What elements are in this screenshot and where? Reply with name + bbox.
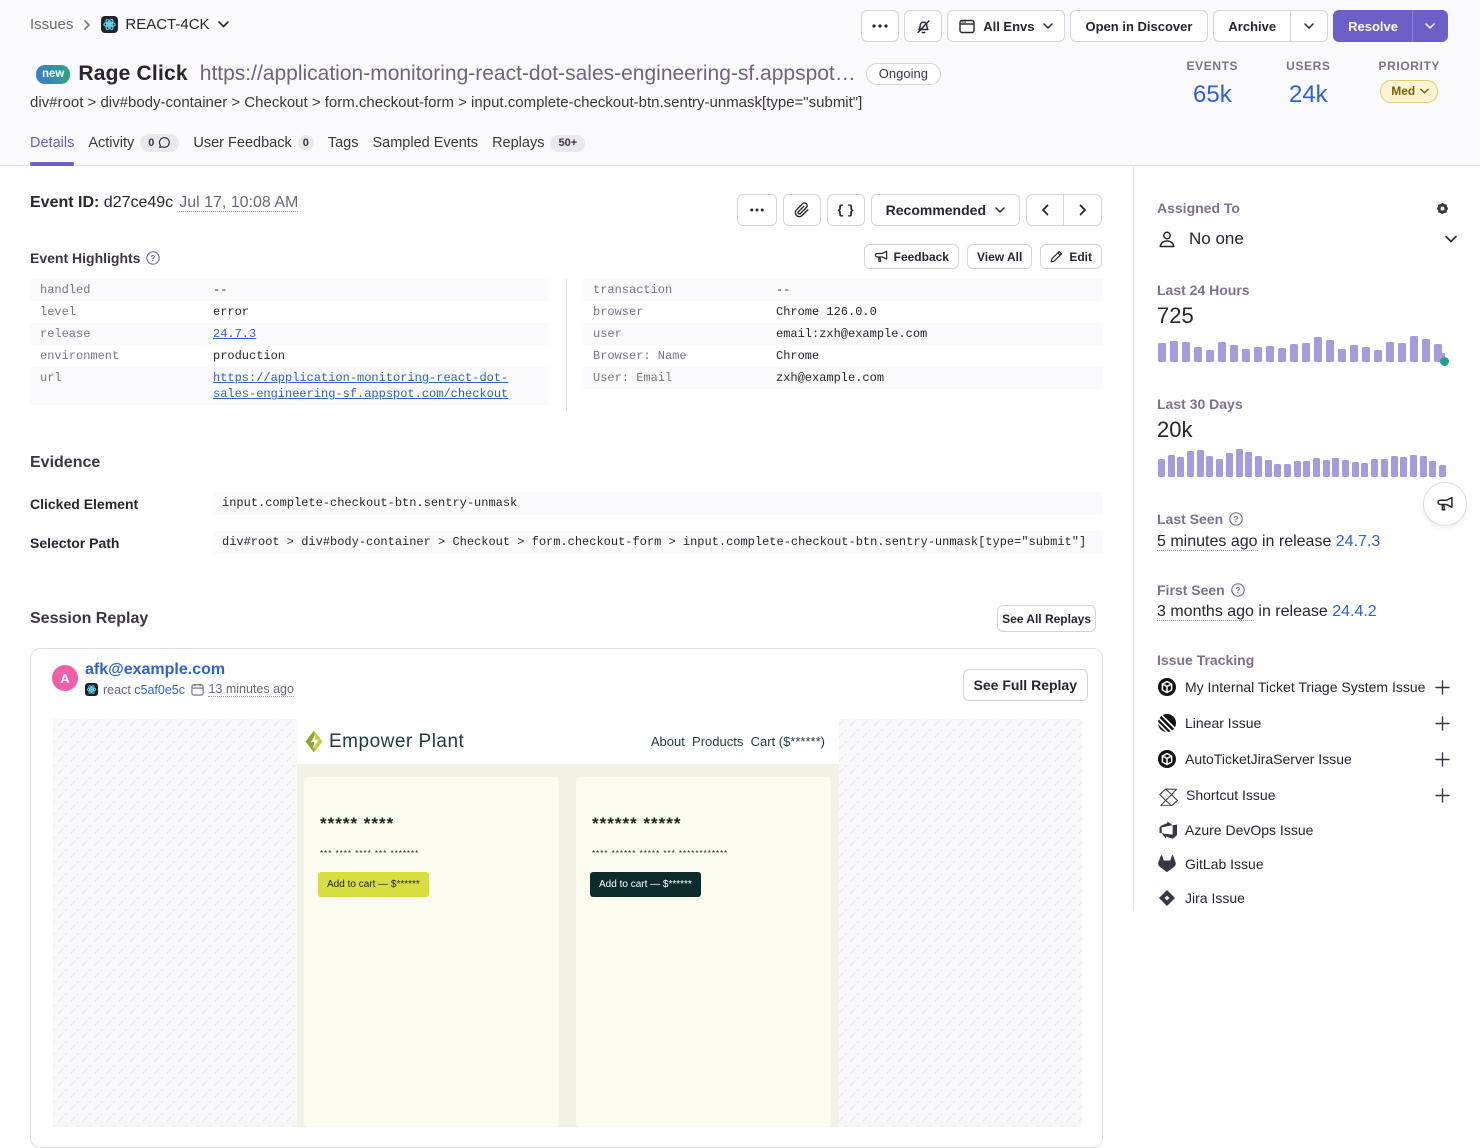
svg-text:?: ? <box>151 253 156 263</box>
svg-text:?: ? <box>1235 585 1240 595</box>
svg-text:?: ? <box>1234 514 1239 524</box>
